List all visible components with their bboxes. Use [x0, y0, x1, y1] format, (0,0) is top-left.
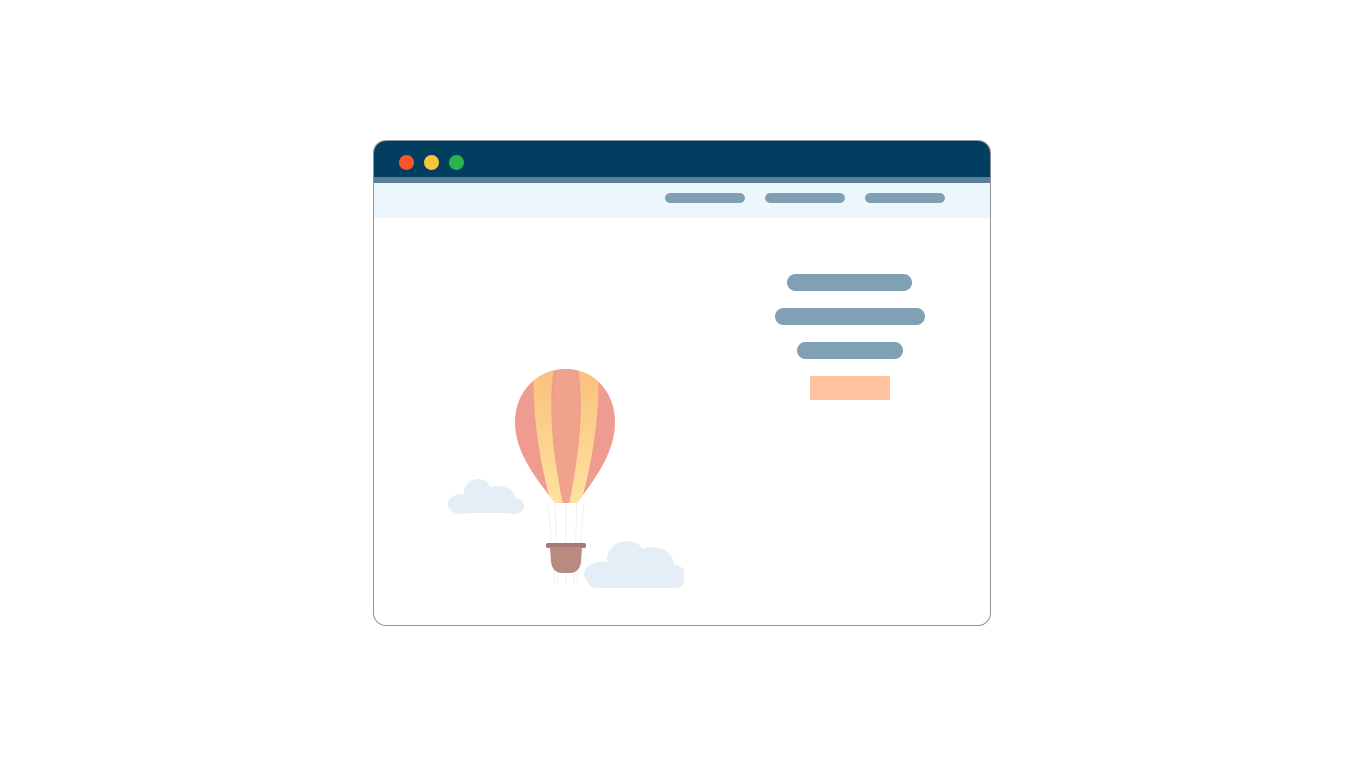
hero-heading-text-2	[775, 308, 776, 309]
hero-heading-line-1	[787, 274, 912, 291]
maximize-window-button[interactable]	[449, 155, 464, 170]
hero-heading-line-3	[797, 342, 903, 359]
nav-item-1[interactable]	[665, 193, 745, 203]
hero-heading-line-2	[775, 308, 925, 325]
cloud-icon-right	[584, 541, 686, 588]
call-to-action-label	[850, 388, 851, 389]
hot-air-balloon-icon	[448, 369, 686, 588]
balloon-envelope	[515, 369, 615, 503]
hero-heading-text-3	[797, 342, 798, 343]
page-content	[374, 218, 990, 625]
hot-air-balloon-illustration	[444, 309, 686, 589]
nav-item-label	[765, 193, 766, 194]
minimize-window-button[interactable]	[424, 155, 439, 170]
balloon-basket	[546, 543, 586, 573]
nav-item-label	[865, 193, 866, 194]
browser-window	[373, 140, 991, 626]
call-to-action-button[interactable]	[810, 376, 890, 400]
cloud-icon-left	[448, 479, 524, 514]
navigation-bar	[374, 183, 990, 218]
hero-heading-text-1	[787, 274, 788, 275]
nav-item-3[interactable]	[865, 193, 945, 203]
close-window-button[interactable]	[399, 155, 414, 170]
nav-item-2[interactable]	[765, 193, 845, 203]
nav-item-label	[665, 193, 666, 194]
window-titlebar	[374, 141, 990, 177]
